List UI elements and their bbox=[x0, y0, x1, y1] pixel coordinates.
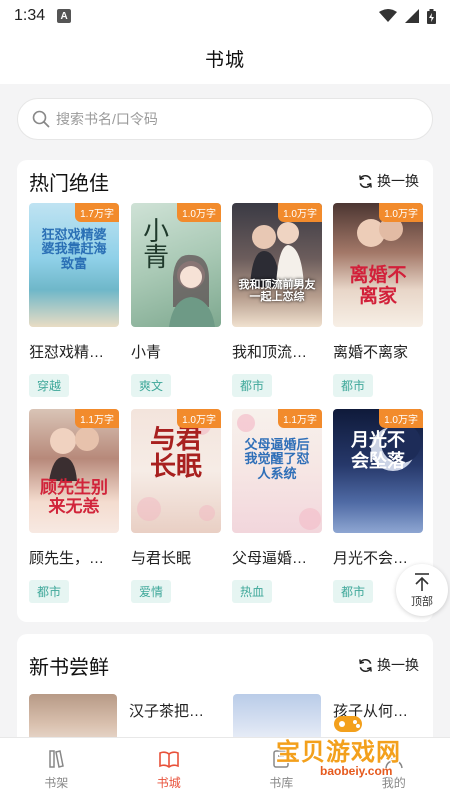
arrow-up-icon bbox=[415, 572, 429, 591]
word-count-badge: 1.0万字 bbox=[278, 203, 322, 222]
book-title: 月光不会… bbox=[333, 550, 409, 567]
status-bar: 1:34 A bbox=[0, 0, 450, 32]
book-cover: 小青 1.0万字 bbox=[131, 203, 221, 327]
section-title: 热门绝佳 bbox=[29, 172, 109, 195]
hot-section-header: 热门绝佳 换一换 bbox=[29, 164, 419, 198]
notification-icon: A bbox=[57, 9, 72, 23]
word-count-badge: 1.0万字 bbox=[177, 203, 221, 222]
book-cover: 与君长眠 1.0万字 bbox=[131, 409, 221, 533]
search-box[interactable] bbox=[17, 98, 433, 140]
word-count-badge: 1.7万字 bbox=[75, 203, 119, 222]
cover-title: 月光不会坠落 bbox=[351, 430, 405, 472]
book-title: 与君长眠 bbox=[131, 550, 192, 567]
word-count-badge: 1.0万字 bbox=[379, 203, 423, 222]
book-card[interactable]: 顾先生别来无恙 1.1万字 顾先生，… 都市 bbox=[29, 409, 119, 603]
cover-title: 顾先生别来无恙 bbox=[40, 478, 108, 517]
bookshelf-icon bbox=[49, 749, 65, 768]
header: 书城 bbox=[0, 32, 450, 84]
book-title: 离婚不离家 bbox=[333, 344, 409, 361]
search-input[interactable] bbox=[56, 111, 396, 127]
book-cover: 顾先生别来无恙 1.1万字 bbox=[29, 409, 119, 533]
status-icons bbox=[379, 8, 436, 24]
refresh-button[interactable]: 换一换 bbox=[358, 655, 419, 675]
refresh-button[interactable]: 换一换 bbox=[358, 171, 419, 191]
page-title: 书城 bbox=[204, 49, 245, 71]
book-title: 狂怼戏精… bbox=[29, 344, 105, 361]
battery-icon bbox=[427, 8, 436, 24]
search-icon bbox=[32, 110, 50, 128]
genre-tag: 都市 bbox=[232, 374, 273, 397]
book-card[interactable]: 狂怼戏精婆婆我靠赶海致富 1.7万字 狂怼戏精… 穿越 bbox=[29, 203, 119, 397]
watermark: 宝贝游戏网 baobeiy.com bbox=[272, 712, 422, 782]
genre-tag: 穿越 bbox=[29, 374, 70, 397]
book-cover: 离婚不离家 1.0万字 bbox=[333, 203, 423, 327]
book-card[interactable]: 与君长眠 1.0万字 与君长眠 爱情 bbox=[131, 409, 221, 603]
refresh-label: 换一换 bbox=[377, 657, 419, 673]
book-card[interactable]: 父母逼婚后我觉醒了怼人系统 1.1万字 父母逼婚… 热血 bbox=[232, 409, 322, 603]
status-time: 1:34 bbox=[14, 7, 46, 24]
refresh-icon bbox=[359, 658, 372, 672]
book-cover: 我和顶流前男友一起上恋综 1.0万字 bbox=[232, 203, 322, 327]
book-title: 顾先生，… bbox=[29, 550, 105, 567]
genre-tag: 爽文 bbox=[131, 374, 172, 397]
cover-title: 狂怼戏精婆婆我靠赶海致富 bbox=[41, 228, 107, 272]
book-title: 小青 bbox=[131, 344, 162, 361]
book-card[interactable]: 我和顶流前男友一起上恋综 1.0万字 我和顶流… 都市 bbox=[232, 203, 322, 397]
wifi-icon bbox=[379, 9, 397, 22]
book-title: 父母逼婚… bbox=[232, 550, 308, 567]
book-card[interactable]: 小青 1.0万字 小青 爽文 bbox=[131, 203, 221, 397]
genre-tag: 都市 bbox=[29, 580, 70, 603]
signal-icon bbox=[405, 9, 419, 23]
cover-title: 我和顶流前男友一起上恋综 bbox=[238, 278, 316, 304]
book-cover: 月光不会坠落 1.0万字 bbox=[333, 409, 423, 533]
word-count-badge: 1.1万字 bbox=[278, 409, 322, 428]
tab-bookstore[interactable]: 书城 bbox=[113, 738, 226, 800]
refresh-icon bbox=[359, 174, 372, 188]
new-books-header: 新书尝鲜 换一换 bbox=[29, 648, 419, 682]
tab-bookshelf[interactable]: 书架 bbox=[0, 738, 113, 800]
book-cover: 父母逼婚后我觉醒了怼人系统 1.1万字 bbox=[232, 409, 322, 533]
word-count-badge: 1.0万字 bbox=[177, 409, 221, 428]
hot-section: 热门绝佳 换一换 狂怼戏精婆婆我靠赶海致富 1.7万字 狂怼戏精… 穿越 小青 … bbox=[17, 160, 433, 622]
tab-label: 书架 bbox=[44, 775, 69, 790]
refresh-label: 换一换 bbox=[377, 173, 419, 189]
portrait-illustration bbox=[169, 254, 215, 327]
section-title: 新书尝鲜 bbox=[29, 656, 109, 679]
cover-title: 离婚不离家 bbox=[349, 264, 407, 307]
word-count-badge: 1.0万字 bbox=[379, 409, 423, 428]
cover-title: 与君长眠 bbox=[149, 425, 202, 483]
genre-tag: 热血 bbox=[232, 580, 273, 603]
back-to-top-label: 顶部 bbox=[411, 595, 433, 608]
tab-label: 书城 bbox=[156, 775, 181, 790]
genre-tag: 都市 bbox=[333, 374, 374, 397]
book-title: 我和顶流… bbox=[232, 344, 308, 361]
watermark-url: baobeiy.com bbox=[320, 764, 393, 778]
genre-tag: 都市 bbox=[333, 580, 374, 603]
book-card[interactable]: 离婚不离家 1.0万字 离婚不离家 都市 bbox=[333, 203, 423, 397]
cover-title: 父母逼婚后我觉醒了怼人系统 bbox=[244, 438, 310, 482]
genre-tag: 爱情 bbox=[131, 580, 172, 603]
back-to-top-button[interactable]: 顶部 bbox=[396, 564, 448, 616]
word-count-badge: 1.1万字 bbox=[75, 409, 119, 428]
book-open-icon bbox=[158, 750, 179, 768]
watermark-text: 宝贝游戏网 bbox=[276, 738, 401, 766]
book-cover: 狂怼戏精婆婆我靠赶海致富 1.7万字 bbox=[29, 203, 119, 327]
